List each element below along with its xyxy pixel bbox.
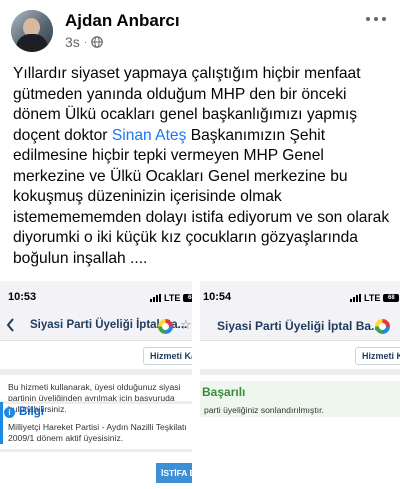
- mention-link[interactable]: Sinan Ateş: [112, 127, 187, 144]
- signal-icon: [350, 294, 361, 302]
- membership-info: Milliyetçi Hareket Partisi - Aydın Nazil…: [8, 422, 187, 443]
- divider: [0, 449, 192, 452]
- status-icons: LTE 68: [350, 293, 400, 303]
- success-message: parti üyeliğiniz sonlandırılmıştır.: [204, 405, 324, 415]
- success-heading: Başarılı: [202, 385, 246, 399]
- status-time: 10:54: [203, 291, 232, 303]
- close-service-button[interactable]: Hizmeti Kapat: [143, 347, 192, 365]
- info-heading: i Bilgi: [4, 406, 44, 418]
- info-accent-bar: [0, 402, 3, 444]
- back-chevron-icon[interactable]: [6, 318, 15, 332]
- divider: [0, 369, 192, 375]
- battery-icon: 68: [383, 294, 400, 302]
- post-meta: 3s ·: [65, 34, 103, 50]
- nav-bar: Siyasi Parti Üyeliği İptal Ba...: [200, 311, 400, 341]
- resign-button[interactable]: İSTİFA ET: [156, 463, 192, 483]
- divider: [0, 401, 192, 404]
- post-text-part2: Başkanımızın Şehit edilmesine hiçbir tep…: [13, 126, 390, 267]
- more-options-icon[interactable]: [364, 14, 388, 24]
- star-icon[interactable]: ☆: [180, 318, 192, 333]
- nav-bar: Siyasi Parti Üyeliği İptal Ba... ☆: [0, 311, 192, 341]
- edevlet-logo-icon: [158, 319, 173, 334]
- close-service-button[interactable]: Hizmeti Kapat: [355, 347, 400, 365]
- meta-separator: ·: [83, 36, 88, 48]
- post-time[interactable]: 3s: [65, 34, 80, 50]
- screenshot-right[interactable]: 10:54 LTE 68 Siyasi Parti Üyeliği İptal …: [200, 281, 400, 489]
- post-header: Ajdan Anbarcı 3s ·: [0, 0, 400, 56]
- signal-icon: [150, 294, 161, 302]
- carrier-label: LTE: [364, 293, 381, 303]
- carrier-label: LTE: [164, 293, 181, 303]
- status-time: 10:53: [8, 291, 37, 303]
- info-label: Bilgi: [19, 406, 44, 418]
- author-name[interactable]: Ajdan Anbarcı: [65, 11, 180, 31]
- screenshot-left[interactable]: 10:53 LTE 68 Siyasi Parti Üyeliği İptal …: [0, 281, 195, 489]
- divider: [200, 369, 400, 375]
- service-toolbar: Hizmeti Kapat: [0, 341, 192, 369]
- edevlet-logo-icon: [375, 319, 390, 334]
- avatar[interactable]: [11, 10, 53, 52]
- status-icons: LTE 68: [150, 293, 192, 303]
- battery-icon: 68: [183, 294, 192, 302]
- info-icon: i: [4, 406, 15, 418]
- page-title: Siyasi Parti Üyeliği İptal Ba...: [217, 319, 382, 333]
- status-bar: 10:54 LTE 68: [200, 281, 400, 311]
- status-bar: 10:53 LTE 68: [0, 281, 192, 311]
- post-text: Yıllardır siyaset yapmaya çalıştığım hiç…: [13, 64, 393, 269]
- service-toolbar: Hizmeti Kapat: [200, 341, 400, 369]
- globe-icon: [91, 36, 103, 48]
